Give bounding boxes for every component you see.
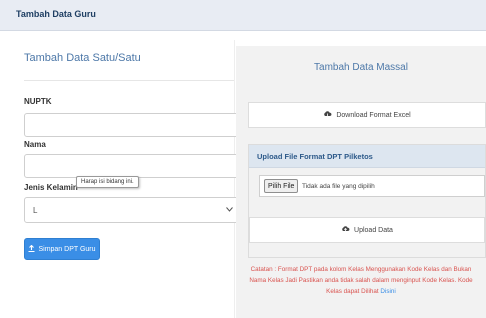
download-format-button[interactable]: Download Format Excel — [248, 102, 486, 128]
download-button-label: Download Format Excel — [336, 111, 411, 119]
upload-panel-title: Upload File Format DPT Pilketos — [257, 152, 373, 161]
jenis-kelamin-select[interactable]: L — [24, 197, 240, 223]
page-header: Tambah Data Guru — [0, 0, 486, 31]
note-line-2: Nama Kelas Jadi Pastikan anda tidak sala… — [249, 277, 473, 284]
note-line-3-text: Kelas dapat Dilihat — [326, 288, 379, 295]
save-dpt-guru-button[interactable]: Simpan DPT Guru — [24, 238, 100, 260]
cloud-upload-icon — [341, 225, 350, 235]
bulk-entry-title: Tambah Data Massal — [314, 62, 408, 73]
upload-icon — [28, 244, 35, 254]
divider — [24, 80, 234, 81]
upload-button-label: Upload Data — [354, 226, 393, 234]
file-status-text: Tidak ada file yang dipilih — [302, 183, 375, 190]
cloud-download-icon — [323, 110, 332, 120]
single-entry-title: Tambah Data Satu/Satu — [24, 52, 141, 64]
jenis-kelamin-label: Jenis Kelamin — [24, 183, 78, 192]
upload-panel-header: Upload File Format DPT Pilketos — [249, 145, 485, 168]
chevron-down-icon — [226, 205, 233, 214]
note-link-disini[interactable]: Disini — [380, 288, 395, 295]
file-input[interactable]: Pilih File Tidak ada file yang dipilih — [259, 175, 485, 197]
nuptk-input[interactable] — [24, 113, 240, 137]
validation-tooltip: Harap isi bidang ini. — [76, 176, 139, 188]
nama-label: Nama — [24, 140, 46, 149]
upload-data-button[interactable]: Upload Data — [249, 217, 485, 243]
choose-file-button[interactable]: Pilih File — [264, 179, 299, 193]
note-line-3: Kelas dapat Dilihat Disini — [236, 286, 486, 297]
nuptk-label: NUPTK — [24, 97, 52, 106]
note-line-1: Catatan : Format DPT pada kolom Kelas Me… — [250, 266, 472, 273]
upload-panel: Upload File Format DPT Pilketos Pilih Fi… — [248, 144, 486, 258]
save-button-label: Simpan DPT Guru — [38, 245, 96, 253]
jenis-kelamin-value: L — [33, 206, 38, 215]
nama-input[interactable] — [24, 154, 240, 178]
page-title: Tambah Data Guru — [16, 9, 96, 19]
format-note: Catatan : Format DPT pada kolom Kelas Me… — [236, 264, 486, 297]
bulk-entry-panel: Tambah Data Massal Download Format Excel… — [236, 46, 486, 318]
